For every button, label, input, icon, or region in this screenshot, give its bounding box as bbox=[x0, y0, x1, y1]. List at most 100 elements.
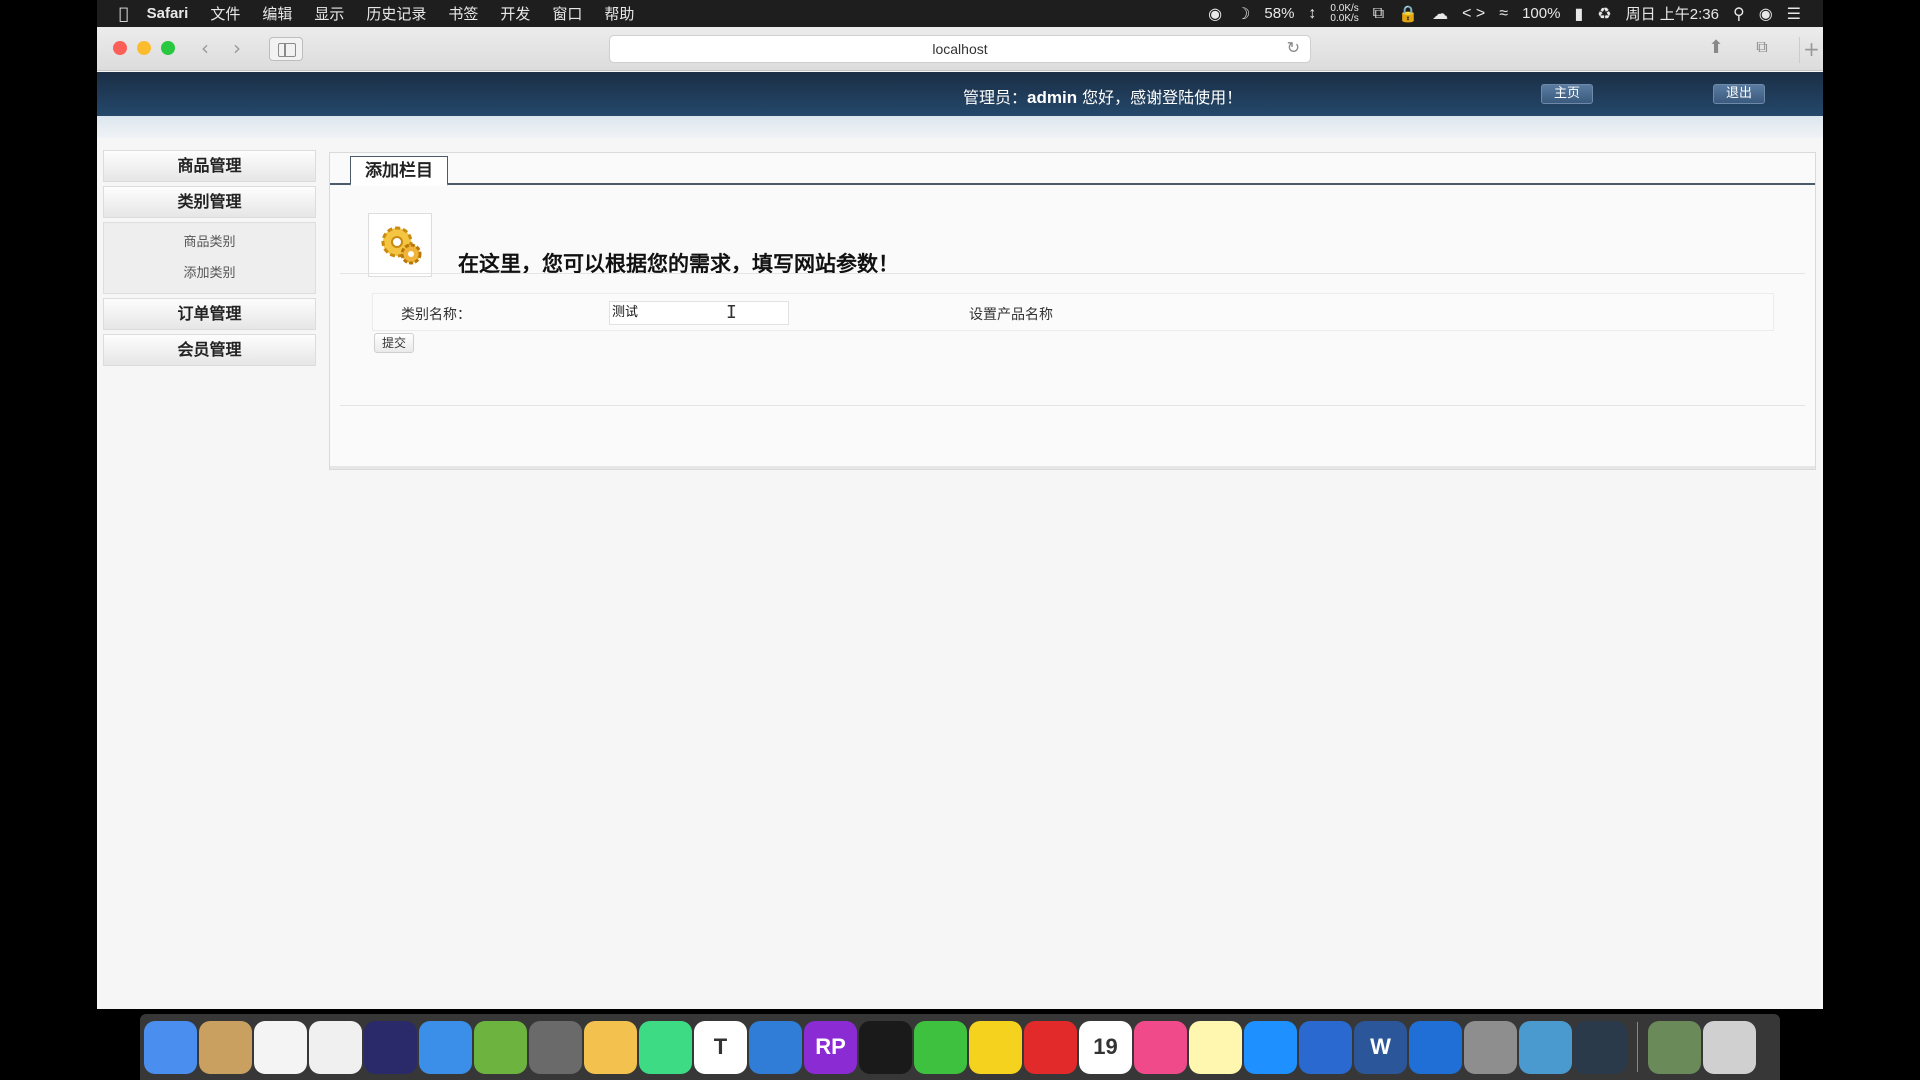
record-icon[interactable]: ◉ bbox=[1208, 4, 1222, 24]
notification-center-icon[interactable]: ☰ bbox=[1787, 4, 1801, 24]
sync-icon[interactable]: ♻ bbox=[1597, 4, 1611, 24]
menu-help[interactable]: 帮助 bbox=[604, 3, 634, 24]
apple-icon[interactable]:  bbox=[119, 4, 129, 23]
dock-android-studio-icon[interactable] bbox=[639, 1020, 692, 1074]
category-name-input[interactable]: 测试 bbox=[609, 301, 789, 325]
tab-add-column[interactable]: 添加栏目 bbox=[350, 156, 448, 186]
dock-qq-icon[interactable] bbox=[859, 1020, 912, 1074]
dock-intellij-icon[interactable] bbox=[364, 1020, 417, 1074]
copy-icon[interactable]: ⧉ bbox=[1373, 5, 1384, 23]
net-down: 0.0K/s bbox=[1330, 12, 1359, 24]
dock-remote-desktop-icon[interactable] bbox=[1299, 1020, 1352, 1074]
new-tab-plus-icon[interactable]: + bbox=[1799, 37, 1823, 63]
dock: T RP 19 W bbox=[140, 1014, 1780, 1080]
dock-calendar-icon[interactable]: 19 bbox=[1079, 1020, 1132, 1074]
sidebar-toggle-icon[interactable] bbox=[269, 37, 303, 61]
battery-percent[interactable]: 100% bbox=[1522, 5, 1560, 22]
dock-word-label: W bbox=[1370, 1034, 1391, 1059]
divider bbox=[340, 405, 1805, 406]
nav-product-management[interactable]: 商品管理 bbox=[103, 150, 316, 182]
updown-arrow-icon: ↕ bbox=[1308, 4, 1317, 22]
dock-contacts-icon[interactable] bbox=[199, 1020, 252, 1074]
menu-view[interactable]: 显示 bbox=[314, 3, 344, 24]
category-submenu: 商品类别 添加类别 bbox=[103, 222, 316, 294]
menu-bookmarks[interactable]: 书签 bbox=[448, 3, 478, 24]
nav-order-management[interactable]: 订单管理 bbox=[103, 298, 316, 330]
dock-safari-icon[interactable] bbox=[419, 1020, 472, 1074]
left-navigation: 商品管理 类别管理 商品类别 添加类别 订单管理 会员管理 bbox=[103, 150, 316, 370]
dock-finder-icon[interactable] bbox=[144, 1020, 197, 1074]
wifi-icon[interactable]: ≈ bbox=[1499, 5, 1508, 23]
admin-suffix: 您好，感谢登陆使用！ bbox=[1077, 88, 1243, 107]
dock-itunes-icon[interactable] bbox=[1134, 1020, 1187, 1074]
menu-window[interactable]: 窗口 bbox=[552, 3, 582, 24]
dock-flow-app-icon[interactable] bbox=[1519, 1020, 1572, 1074]
home-button[interactable]: 主页 bbox=[1541, 84, 1594, 104]
dock-typora-label: T bbox=[713, 1034, 728, 1059]
dock-typora-icon[interactable]: T bbox=[694, 1020, 747, 1074]
nav-product-categories[interactable]: 商品类别 bbox=[104, 227, 315, 258]
admin-topbar: 管理员：admin 您好，感谢登陆使用！ 主页 退出 bbox=[97, 72, 1823, 116]
logout-button[interactable]: 退出 bbox=[1713, 84, 1766, 104]
dock-reminders-icon[interactable] bbox=[254, 1020, 307, 1074]
code-icon[interactable]: < > bbox=[1462, 5, 1485, 23]
menu-history[interactable]: 历史记录 bbox=[366, 3, 426, 24]
dock-system-preferences-icon[interactable] bbox=[1464, 1020, 1517, 1074]
window-close-button[interactable] bbox=[113, 41, 127, 55]
dock-keynote-icon[interactable] bbox=[1409, 1020, 1462, 1074]
safari-toolbar: ‹ › localhost ↻ ⬆ ⧉ + bbox=[97, 27, 1823, 71]
share-icon[interactable]: ⬆ bbox=[1701, 37, 1731, 61]
nav-member-management[interactable]: 会员管理 bbox=[103, 334, 316, 366]
dock-launchpad-icon[interactable] bbox=[529, 1020, 582, 1074]
dock-xcode-icon[interactable] bbox=[749, 1020, 802, 1074]
address-url: localhost bbox=[932, 41, 988, 57]
dock-trash-icon[interactable] bbox=[1703, 1020, 1756, 1074]
dock-word-icon[interactable]: W bbox=[1354, 1020, 1407, 1074]
spotlight-search-icon[interactable]: ⚲ bbox=[1733, 4, 1745, 24]
dock-calendar-label: 19 bbox=[1093, 1034, 1118, 1059]
menu-file[interactable]: 文件 bbox=[210, 3, 240, 24]
dock-photos-icon[interactable] bbox=[309, 1020, 362, 1074]
status-level[interactable]: 58% bbox=[1264, 5, 1294, 22]
dock-wechat-icon[interactable] bbox=[914, 1020, 967, 1074]
dock-downloads-icon[interactable] bbox=[1648, 1020, 1701, 1074]
dock-netease-music-icon[interactable] bbox=[1024, 1020, 1077, 1074]
window-zoom-button[interactable] bbox=[161, 41, 175, 55]
lock-icon[interactable]: 🔒 bbox=[1398, 4, 1418, 24]
window-minimize-button[interactable] bbox=[137, 41, 151, 55]
clock[interactable]: 周日 上午2:36 bbox=[1626, 3, 1719, 24]
back-arrow-icon[interactable]: ‹ bbox=[191, 37, 219, 61]
address-bar[interactable]: localhost ↻ bbox=[609, 35, 1311, 63]
nav-category-management[interactable]: 类别管理 bbox=[103, 186, 316, 218]
category-name-label: 类别名称： bbox=[401, 307, 471, 323]
text-cursor-icon: I bbox=[726, 302, 737, 323]
admin-name: admin bbox=[1027, 88, 1078, 107]
moon-icon[interactable]: ☽ bbox=[1236, 4, 1250, 24]
dock-axure-rp-icon[interactable]: RP bbox=[804, 1020, 857, 1074]
macos-menubar:  Safari 文件 编辑 显示 历史记录 书签 开发 窗口 帮助 ◉ ☽ 5… bbox=[97, 0, 1823, 27]
menu-develop[interactable]: 开发 bbox=[500, 3, 530, 24]
battery-icon[interactable]: ▮ bbox=[1574, 4, 1583, 24]
dock-spring-icon[interactable] bbox=[474, 1020, 527, 1074]
web-page: 管理员：admin 您好，感谢登陆使用！ 主页 退出 商品管理 类别管理 商品类… bbox=[97, 72, 1823, 1009]
siri-icon[interactable]: ◉ bbox=[1759, 4, 1773, 24]
net-speed[interactable]: 0.0K/s 0.0K/s bbox=[1330, 3, 1359, 24]
divider bbox=[340, 273, 1805, 274]
wechat-icon[interactable]: ☁ bbox=[1432, 4, 1448, 24]
panel-tabbar: 添加栏目 bbox=[330, 153, 1815, 186]
menu-app-name[interactable]: Safari bbox=[147, 5, 189, 22]
forward-arrow-icon[interactable]: › bbox=[223, 37, 251, 61]
dock-separator bbox=[1637, 1022, 1638, 1072]
reload-icon[interactable]: ↻ bbox=[1287, 36, 1300, 62]
menu-edit[interactable]: 编辑 bbox=[262, 3, 292, 24]
submit-button[interactable]: 提交 bbox=[374, 333, 414, 353]
dock-quicktime-icon[interactable] bbox=[1574, 1020, 1627, 1074]
nav-add-category[interactable]: 添加类别 bbox=[104, 258, 315, 289]
dock-notes-icon[interactable] bbox=[1189, 1020, 1242, 1074]
sub-header-bar bbox=[97, 116, 1823, 138]
form-row-category-name: 类别名称： 测试 I 设置产品名称 bbox=[372, 293, 1774, 331]
dock-music-green-icon[interactable] bbox=[969, 1020, 1022, 1074]
show-tabs-icon[interactable]: ⧉ bbox=[1747, 37, 1777, 61]
dock-mouse-app-icon[interactable] bbox=[584, 1020, 637, 1074]
dock-app-store-icon[interactable] bbox=[1244, 1020, 1297, 1074]
